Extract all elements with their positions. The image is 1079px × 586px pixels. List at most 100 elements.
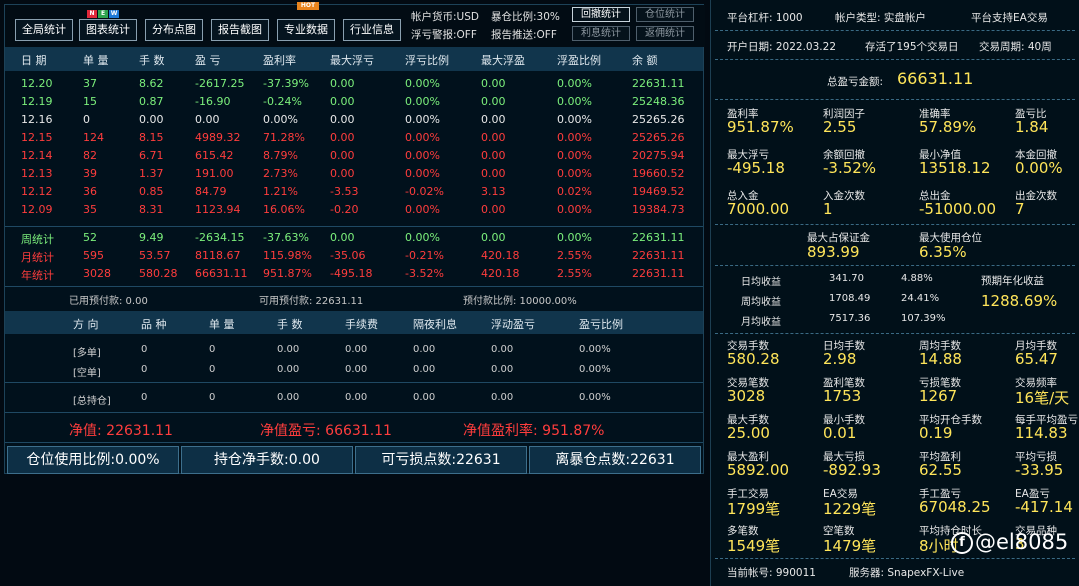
table-header-cell: 盈利率 <box>263 54 296 67</box>
position-cell: 0.00 <box>345 392 368 403</box>
summary-cell: 951.87% <box>263 267 312 280</box>
summary-panel: 平台杠杆: 1000 帐户类型: 实盘帐户 平台支持EA交易 开户日期: 202… <box>710 0 1079 586</box>
net-lots-button[interactable]: 持仓净手数:0.00 <box>181 446 353 474</box>
table-cell: 71.28% <box>263 131 305 144</box>
table-cell: 0.00 <box>330 167 355 180</box>
table-cell: 35 <box>83 203 97 216</box>
global-stats-button[interactable]: 全局统计 <box>15 19 73 41</box>
current-account: 当前帐号: 990011 <box>727 567 816 579</box>
chart-stats-button[interactable]: 图表统计 <box>79 19 137 41</box>
daily-table-header: 日 期 单 量 手 数 盈 亏 盈利率 最大浮亏 浮亏比例 最大浮盈 浮盈比例 余 额 <box>5 47 703 71</box>
watermark: @el8085 <box>975 530 1069 554</box>
summary-cell: 22631.11 <box>632 267 685 280</box>
table-cell: 0.00% <box>557 203 592 216</box>
table-cell: 19469.52 <box>632 185 685 198</box>
position-cell: 0.00 <box>345 364 368 375</box>
metric-value: 67048.25 <box>919 498 991 516</box>
metric-value: 7000.00 <box>727 200 790 218</box>
avg-label: 周均收益 <box>741 297 781 308</box>
report-screenshot-button[interactable]: 报告截图 <box>211 19 269 41</box>
table-cell: 3.13 <box>481 185 506 198</box>
table-cell: 0.00% <box>557 131 592 144</box>
table-cell: 12.14 <box>21 149 53 162</box>
summary-cell: 2.55% <box>557 267 592 280</box>
summary-cell: -495.18 <box>330 267 373 280</box>
position-stats-button[interactable]: 仓位统计 <box>636 7 694 22</box>
position-cell: 0.00 <box>277 344 300 355</box>
table-cell: -0.24% <box>263 95 302 108</box>
summary-cell: 66631.11 <box>195 267 248 280</box>
position-cell: [总持仓] <box>73 396 111 407</box>
burst-points-button[interactable]: 离暴仓点数:22631 <box>529 446 701 474</box>
summary-cell: 580.28 <box>139 267 178 280</box>
divider <box>5 382 703 383</box>
summary-cell: 周统计 <box>21 233 54 246</box>
distribution-chart-button[interactable]: 分布点图 <box>145 19 203 41</box>
trade-cycle: 交易周期: 40周 <box>979 41 1052 53</box>
summary-cell: -0.21% <box>405 249 444 262</box>
annual-return-label: 预期年化收益 <box>981 275 1044 287</box>
summary-cell: 0.00 <box>481 231 506 244</box>
industry-info-button[interactable]: 行业信息 <box>343 19 401 41</box>
metric-value: 1799笔 <box>727 500 781 518</box>
burst-ratio: 暴仓比例:30% <box>491 11 560 23</box>
summary-cell: 52 <box>83 231 97 244</box>
table-cell: -0.02% <box>405 185 444 198</box>
table-cell: 19660.52 <box>632 167 685 180</box>
table-cell: 16.06% <box>263 203 305 216</box>
position-row: [总持仓] 0 0 0.00 0.00 0.00 0.00 0.00% <box>5 390 703 408</box>
table-cell: 12.13 <box>21 167 53 180</box>
server-name: 服务器: SnapexFX-Live <box>849 567 965 579</box>
position-cell: [多单] <box>73 348 101 359</box>
table-cell: 0.00% <box>557 113 592 126</box>
table-cell: 19384.73 <box>632 203 685 216</box>
table-cell: 0.00% <box>405 149 440 162</box>
metric-value: 2.55 <box>823 118 857 136</box>
metric-value: -51000.00 <box>919 200 996 218</box>
summary-cell: 0.00% <box>557 231 592 244</box>
survival-days: 存活了195个交易日 <box>865 41 959 53</box>
table-row: 12.15 124 8.15 4989.32 71.28% 0.00 0.00% 0.00 0.… <box>5 129 703 147</box>
loss-points-button[interactable]: 可亏损点数:22631 <box>355 446 527 474</box>
summary-cell: 115.98% <box>263 249 312 262</box>
drawdown-stats-button[interactable]: 回撤统计 <box>572 7 630 22</box>
table-header-cell: 最大浮盈 <box>481 54 525 67</box>
table-cell: 0.85 <box>139 185 164 198</box>
summary-cell: 0.00% <box>405 231 440 244</box>
positions-table-header: 方 向 品 种 单 量 手 数 手续费 隔夜利息 浮动盈亏 盈亏比例 <box>5 311 703 334</box>
metric-value: 14.88 <box>919 350 962 368</box>
table-cell: 0.00% <box>405 113 440 126</box>
metric-value: 3028 <box>727 387 766 405</box>
rebate-stats-button[interactable]: 返佣统计 <box>636 26 694 41</box>
divider <box>715 558 1075 559</box>
avg-label: 月均收益 <box>741 317 781 328</box>
position-cell: 0.00 <box>345 344 368 355</box>
metric-value: 1229笔 <box>823 500 877 518</box>
table-cell: 25265.26 <box>632 131 685 144</box>
summary-cell: 22631.11 <box>632 249 685 262</box>
total-pl-value: 66631.11 <box>897 69 974 88</box>
table-cell: -16.90 <box>195 95 231 108</box>
table-cell: 12.19 <box>21 95 53 108</box>
summary-cell: 月统计 <box>21 251 54 264</box>
pro-data-button[interactable]: 专业数据 <box>277 19 335 41</box>
table-cell: 6.71 <box>139 149 164 162</box>
summary-cell: -35.06 <box>330 249 366 262</box>
position-cell: 0.00 <box>491 344 514 355</box>
position-cell: 0 <box>209 392 216 403</box>
metric-value: 1.84 <box>1015 118 1049 136</box>
table-cell: 0.87 <box>139 95 164 108</box>
summary-cell: -37.63% <box>263 231 309 244</box>
interest-stats-button[interactable]: 利息统计 <box>572 26 630 41</box>
divider <box>715 333 1075 334</box>
table-cell: 0.00% <box>557 77 592 90</box>
avg-percent: 24.41% <box>901 293 940 304</box>
total-pl-label: 总盈亏金额: <box>827 76 884 88</box>
summary-cell: 420.18 <box>481 267 520 280</box>
position-usage-button[interactable]: 仓位使用比例:0.00% <box>7 446 179 474</box>
report-push: 报告推送:OFF <box>491 29 557 41</box>
position-row: [空单] 0 0 0.00 0.00 0.00 0.00 0.00% <box>5 362 703 380</box>
table-cell: 8.79% <box>263 149 298 162</box>
metric-value: 580.28 <box>727 350 780 368</box>
positions-header-cell: 隔夜利息 <box>413 318 457 331</box>
